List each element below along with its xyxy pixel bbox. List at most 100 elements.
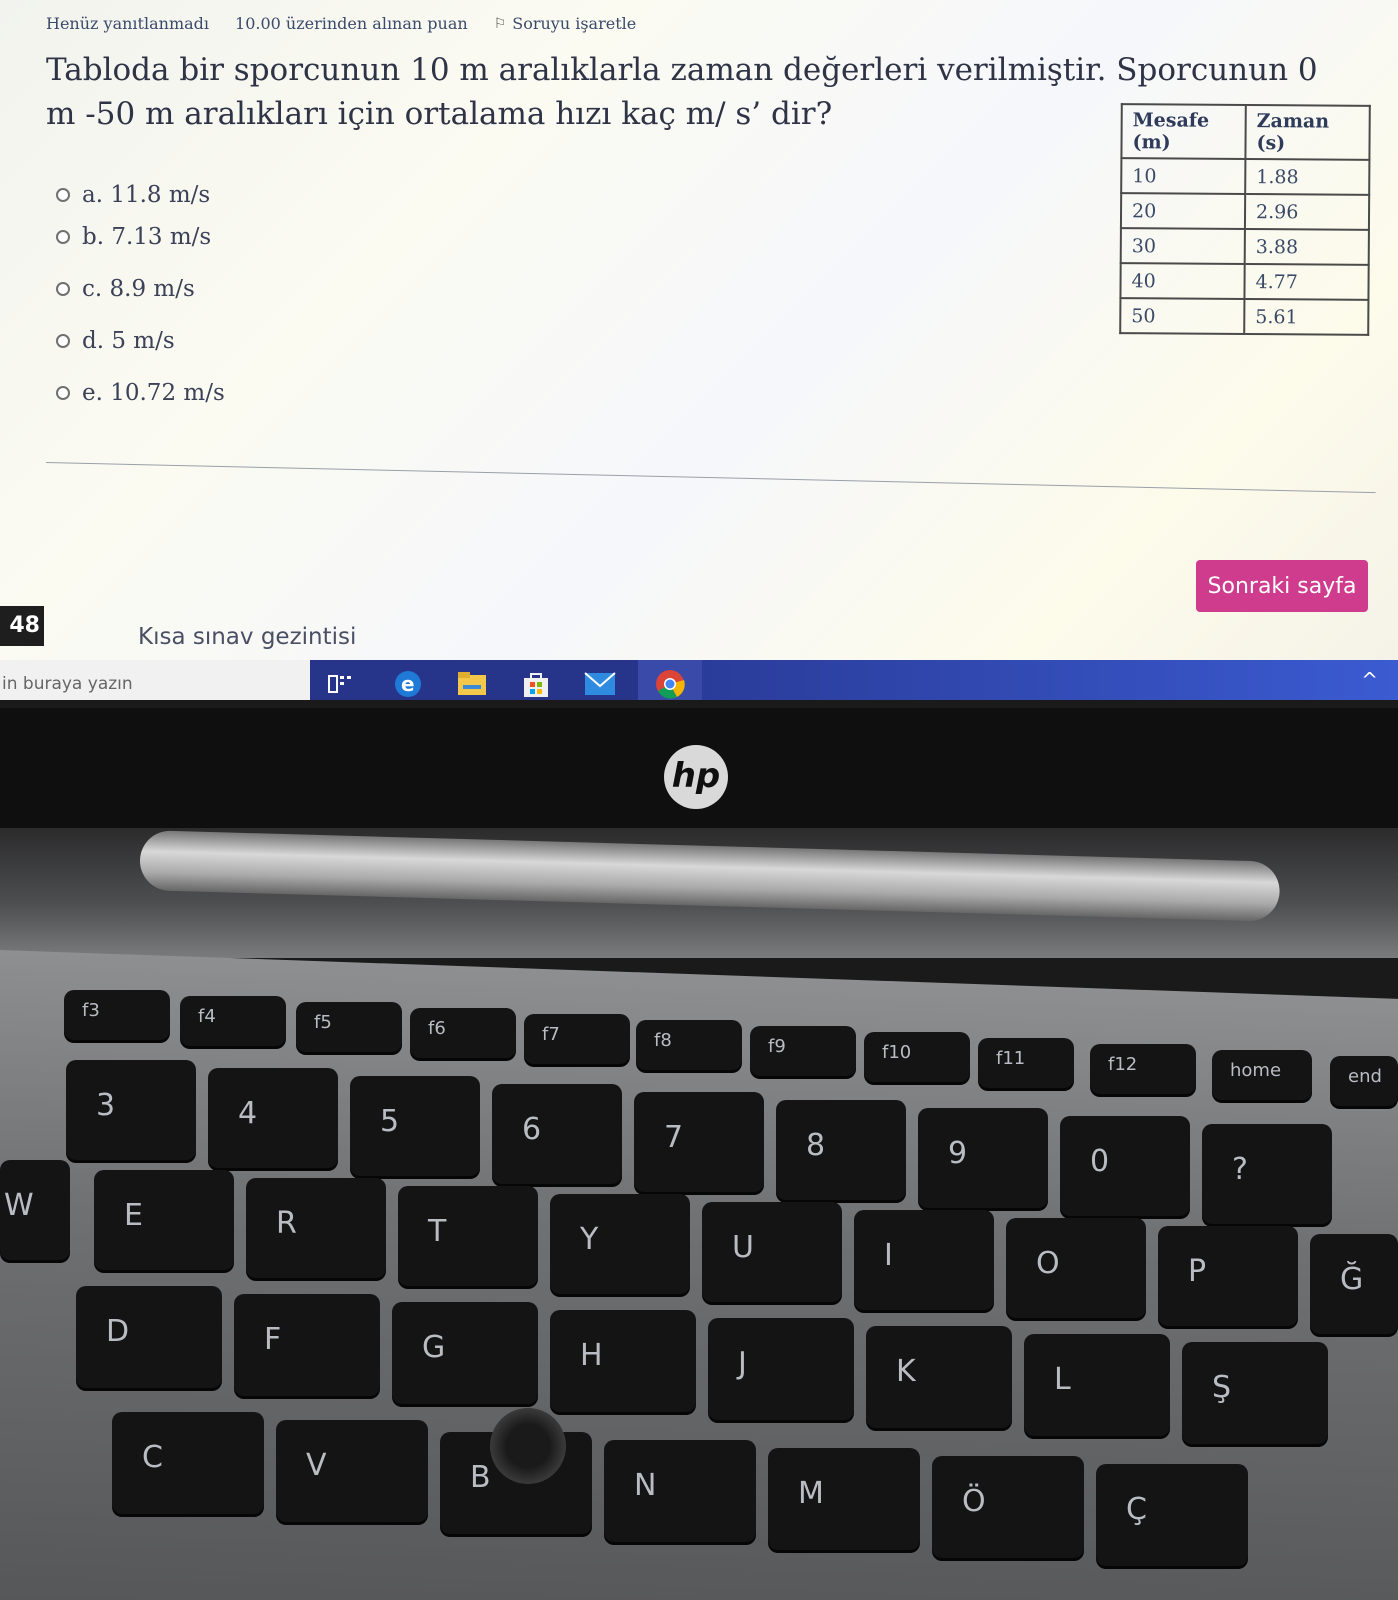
key-j[interactable]: J (708, 1318, 854, 1420)
flag-question-label: Soruyu işaretle (512, 14, 637, 33)
flag-icon: ⚐ (493, 15, 507, 32)
key-f7[interactable]: f7 (524, 1014, 630, 1064)
key-4[interactable]: 4 (208, 1068, 338, 1168)
task-view-icon[interactable] (324, 668, 356, 700)
key-question[interactable]: ? (1202, 1124, 1332, 1224)
key-g-breve[interactable]: Ğ (1310, 1234, 1398, 1334)
key-f6[interactable]: f6 (410, 1008, 516, 1058)
key-8[interactable]: 8 (776, 1100, 906, 1200)
key-d[interactable]: D (76, 1286, 222, 1388)
distance-cell: 50 (1120, 298, 1245, 334)
key-c[interactable]: C (112, 1412, 264, 1514)
option-e[interactable]: e. 10.72 m/s (56, 378, 225, 408)
taskbar-search-input[interactable]: in buraya yazın (0, 660, 310, 700)
key-w[interactable]: W (0, 1160, 70, 1260)
key-n[interactable]: N (604, 1440, 756, 1542)
next-page-button[interactable]: Sonraki sayfa (1196, 560, 1368, 612)
key-m[interactable]: M (768, 1448, 920, 1550)
time-cell: 4.77 (1244, 263, 1369, 300)
key-end[interactable]: end (1330, 1056, 1398, 1106)
header-distance: Mesafe (m) (1121, 104, 1246, 160)
file-explorer-icon[interactable] (456, 668, 488, 700)
distance-cell: 10 (1121, 158, 1246, 195)
option-d[interactable]: d. 5 m/s (56, 326, 225, 356)
chrome-icon[interactable] (638, 660, 702, 700)
key-y[interactable]: Y (550, 1194, 690, 1294)
taskbar-gradient (700, 660, 1398, 700)
edge-icon[interactable]: e (392, 668, 424, 700)
table-row: 10 1.88 (1121, 158, 1370, 195)
key-c-cedilla[interactable]: Ç (1096, 1464, 1248, 1566)
option-a[interactable]: a. 11.8 m/s (56, 180, 225, 210)
radio-button[interactable] (56, 386, 70, 400)
key-i[interactable]: I (854, 1210, 994, 1310)
key-0[interactable]: 0 (1060, 1116, 1190, 1216)
key-t[interactable]: T (398, 1186, 538, 1286)
time-cell: 3.88 (1244, 228, 1369, 265)
distance-cell: 40 (1120, 263, 1245, 299)
chevron-up-icon[interactable]: ^ (1361, 668, 1378, 692)
distance-time-table: Mesafe (m) Zaman (s) 10 1.88 20 2.96 30 3.8… (1119, 103, 1371, 336)
radio-button[interactable] (56, 282, 70, 296)
radio-button[interactable] (56, 230, 70, 244)
key-h[interactable]: H (550, 1310, 696, 1412)
key-5[interactable]: 5 (350, 1076, 480, 1176)
quiz-navigation-link[interactable]: Kısa sınav gezintisi (138, 624, 356, 650)
answer-options: a. 11.8 m/s b. 7.13 m/s c. 8.9 m/s d. 5 … (56, 180, 225, 430)
key-home[interactable]: home (1212, 1050, 1312, 1100)
hp-logo: hp (664, 745, 728, 809)
time-cell: 1.88 (1245, 159, 1370, 195)
key-3[interactable]: 3 (66, 1060, 196, 1160)
key-f4[interactable]: f4 (180, 996, 286, 1046)
key-f[interactable]: F (234, 1294, 380, 1396)
key-f10[interactable]: f10 (864, 1032, 970, 1082)
option-label: e. 10.72 m/s (82, 380, 225, 406)
option-c[interactable]: c. 8.9 m/s (56, 274, 225, 304)
key-u[interactable]: U (702, 1202, 842, 1302)
table-row: 30 3.88 (1120, 228, 1369, 265)
option-label: b. 7.13 m/s (82, 224, 212, 250)
key-k[interactable]: K (866, 1326, 1012, 1428)
key-6[interactable]: 6 (492, 1084, 622, 1184)
key-f9[interactable]: f9 (750, 1026, 856, 1076)
store-icon[interactable] (520, 668, 552, 700)
answer-status: Henüz yanıtlanmadı (46, 14, 210, 33)
flag-question-link[interactable]: ⚐ Soruyu işaretle (494, 14, 637, 33)
trackpoint[interactable] (490, 1408, 566, 1484)
key-f8[interactable]: f8 (636, 1020, 742, 1070)
radio-button[interactable] (56, 188, 70, 202)
windows-taskbar: in buraya yazın e ^ (0, 660, 1398, 700)
key-p[interactable]: P (1158, 1226, 1298, 1326)
key-f12[interactable]: f12 (1090, 1044, 1196, 1094)
question-meta: Henüz yanıtlanmadı 10.00 üzerinden alına… (46, 14, 636, 33)
distance-cell: 30 (1120, 228, 1245, 264)
key-v[interactable]: V (276, 1420, 428, 1522)
points-label: 10.00 üzerinden alınan puan (235, 14, 468, 33)
key-f5[interactable]: f5 (296, 1002, 402, 1052)
key-7[interactable]: 7 (634, 1092, 764, 1192)
mail-icon[interactable] (584, 668, 616, 700)
distance-cell: 20 (1120, 193, 1246, 229)
key-o-umlaut[interactable]: Ö (932, 1456, 1084, 1558)
key-g[interactable]: G (392, 1302, 538, 1404)
table-row: 20 2.96 (1120, 193, 1370, 230)
key-f3[interactable]: f3 (64, 990, 170, 1040)
screen: Henüz yanıtlanmadı 10.00 üzerinden alına… (0, 0, 1398, 700)
key-9[interactable]: 9 (918, 1108, 1048, 1208)
option-label: a. 11.8 m/s (82, 182, 211, 208)
timer-badge: 48 (0, 606, 44, 646)
key-o[interactable]: O (1006, 1218, 1146, 1318)
option-b[interactable]: b. 7.13 m/s (56, 222, 225, 252)
radio-button[interactable] (56, 334, 70, 348)
option-label: d. 5 m/s (82, 328, 175, 354)
header-time: Zaman (s) (1245, 105, 1370, 160)
key-r[interactable]: R (246, 1178, 386, 1278)
key-e[interactable]: E (94, 1170, 234, 1270)
time-cell: 5.61 (1244, 298, 1369, 335)
key-l[interactable]: L (1024, 1334, 1170, 1436)
table-row: 50 5.61 (1120, 298, 1369, 335)
section-divider (45, 462, 1376, 494)
key-s-cedilla[interactable]: Ş (1182, 1342, 1328, 1444)
key-f11[interactable]: f11 (978, 1038, 1074, 1088)
option-label: c. 8.9 m/s (82, 276, 195, 302)
